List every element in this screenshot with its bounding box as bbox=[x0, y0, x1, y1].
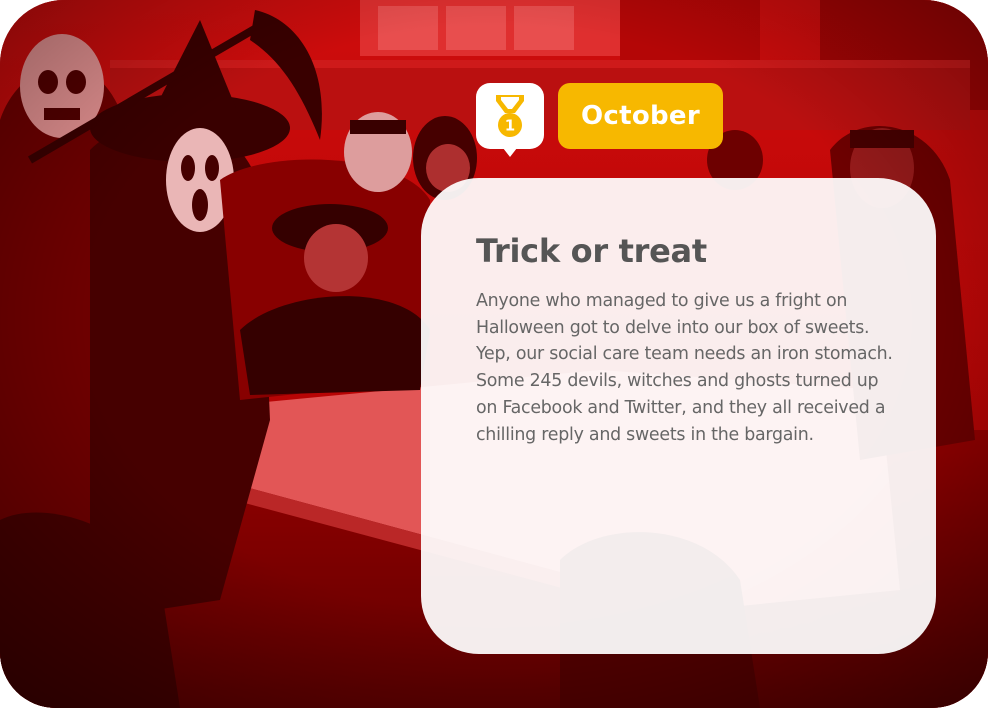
medal-number: 1 bbox=[505, 117, 515, 135]
medal-icon: 1 bbox=[496, 95, 524, 137]
story-card: 1 October Trick or treat Anyone who mana… bbox=[0, 0, 988, 708]
story-body: Anyone who managed to give us a fright o… bbox=[476, 291, 893, 445]
story-panel: Trick or treat Anyone who managed to giv… bbox=[421, 178, 936, 654]
story-title: Trick or treat bbox=[476, 232, 707, 270]
medal-badge: 1 bbox=[476, 83, 544, 157]
month-label: October bbox=[558, 83, 723, 149]
